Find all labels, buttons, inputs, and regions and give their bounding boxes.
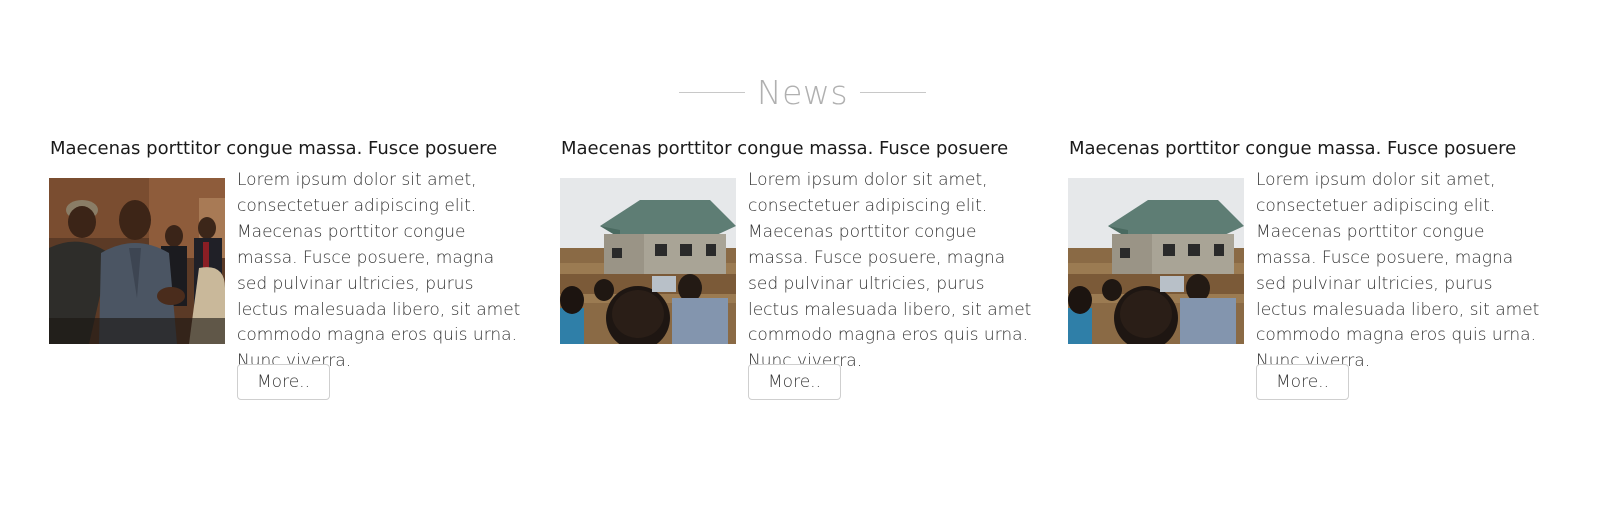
news-card-title[interactable]: Maecenas porttitor congue massa. Fusce p… xyxy=(561,134,1008,164)
building-site-photo xyxy=(560,178,736,344)
handshake-meeting-photo xyxy=(49,178,225,344)
section-title: News xyxy=(756,72,849,112)
news-card-body: Lorem ipsum dolor sit amet, consectetuer… xyxy=(1256,170,1540,372)
news-card-body: Lorem ipsum dolor sit amet, consectetuer… xyxy=(748,170,1032,372)
news-card-title[interactable]: Maecenas porttitor congue massa. Fusce p… xyxy=(1069,134,1516,164)
more-button[interactable]: More.. xyxy=(1256,364,1349,400)
news-card: Maecenas porttitor congue massa. Fusce p… xyxy=(560,134,1031,424)
heading-divider-left xyxy=(678,91,745,93)
news-card: Maecenas porttitor congue massa. Fusce p… xyxy=(1068,134,1539,424)
news-card-body: Lorem ipsum dolor sit amet, consectetuer… xyxy=(237,170,521,372)
news-card-image[interactable] xyxy=(560,178,736,344)
more-button[interactable]: More.. xyxy=(748,364,841,400)
building-site-photo xyxy=(1068,178,1244,344)
heading-divider-right xyxy=(860,91,927,93)
news-section-heading: News xyxy=(0,68,1605,116)
more-button[interactable]: More.. xyxy=(237,364,330,400)
news-card: Maecenas porttitor congue massa. Fusce p… xyxy=(49,134,520,424)
news-card-title[interactable]: Maecenas porttitor congue massa. Fusce p… xyxy=(50,134,497,164)
news-card-image[interactable] xyxy=(49,178,225,344)
news-card-image[interactable] xyxy=(1068,178,1244,344)
